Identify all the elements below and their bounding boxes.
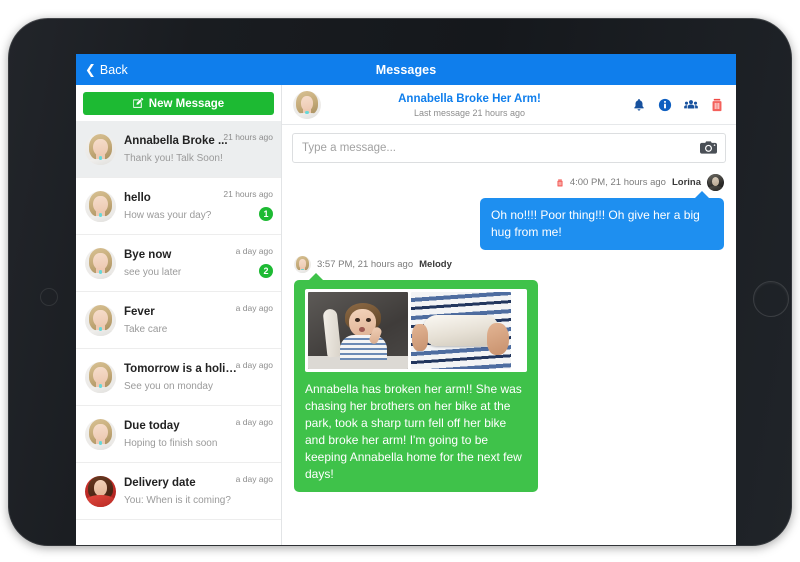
message-list[interactable]: 4:00 PM, 21 hours ago Lorina Oh no!!!! Poo… — [282, 170, 736, 545]
message-meta: 3:57 PM, 21 hours ago Melody — [294, 256, 724, 273]
conversation-subtitle: Last message 21 hours ago — [413, 107, 526, 118]
new-message-label: New Message — [148, 97, 225, 110]
conversation-meta: 21 hours ago 1 — [223, 189, 273, 222]
conversation-timestamp: 21 hours ago — [223, 132, 273, 142]
avatar — [85, 418, 116, 450]
conversation-list-item[interactable]: Annabella Broke ... Thank you! Talk Soon!… — [76, 121, 281, 178]
avatar — [85, 190, 116, 222]
avatar — [85, 304, 116, 336]
conversation-meta: a day ago — [236, 303, 273, 313]
conversation-item-title: Fever — [124, 305, 155, 318]
photo-girl-with-cast[interactable] — [308, 292, 408, 369]
compose-icon — [133, 98, 144, 108]
device-screen: ❮ Back Messages New Message Annabella Br… — [76, 54, 736, 545]
unread-badge: 2 — [259, 264, 273, 278]
top-navigation-bar: ❮ Back Messages — [76, 54, 736, 85]
message-bubble[interactable]: Annabella has broken her arm!! She was c… — [294, 273, 538, 492]
chat-header: Annabella Broke Her Arm! Last message 21… — [282, 85, 736, 125]
avatar — [85, 133, 116, 165]
chat-header-actions — [632, 98, 728, 112]
message-author: Lorina — [671, 177, 701, 188]
conversation-meta: a day ago — [236, 474, 273, 484]
conversation-panel: New Message Annabella Broke ... Thank you… — [76, 85, 282, 545]
message-timestamp: 3:57 PM, 21 hours ago — [317, 259, 414, 270]
photo-arm-cast-closeup[interactable] — [411, 292, 511, 369]
message-media — [305, 289, 527, 372]
conversation-timestamp: a day ago — [235, 360, 273, 370]
users-icon[interactable] — [684, 98, 698, 112]
conversation-meta: a day ago — [236, 417, 273, 427]
conversation-title: Annabella Broke Her Arm! — [398, 92, 541, 105]
chat-panel: Annabella Broke Her Arm! Last message 21… — [282, 85, 736, 545]
conversation-timestamp: 21 hours ago — [223, 189, 273, 199]
new-message-button[interactable]: New Message — [83, 92, 274, 115]
conversation-item-title: Tomorrow is a holiday — [124, 362, 242, 375]
message-input[interactable] — [293, 135, 725, 161]
side-button — [40, 288, 58, 306]
conversation-timestamp: a day ago — [235, 417, 273, 427]
conversation-item-preview: Thank you! Talk Soon! — [124, 152, 223, 164]
conversation-timestamp: a day ago — [235, 474, 273, 484]
composer-row — [282, 125, 736, 170]
conversation-meta: a day ago — [236, 360, 273, 370]
message-text: Annabella has broken her arm!! She was c… — [305, 382, 522, 481]
conversation-timestamp: a day ago — [235, 303, 273, 313]
unread-badge: 1 — [259, 207, 273, 221]
conversation-item-title: Delivery date — [124, 476, 196, 489]
conversation-item-title: Bye now — [124, 248, 172, 261]
avatar — [293, 90, 321, 119]
app-body: New Message Annabella Broke ... Thank you… — [76, 85, 736, 545]
message-bubble[interactable]: Oh no!!!! Poor thing!!! Oh give her a bi… — [480, 191, 724, 250]
avatar — [707, 174, 724, 191]
avatar — [85, 475, 116, 507]
message-text: Oh no!!!! Poor thing!!! Oh give her a bi… — [491, 208, 700, 239]
message-timestamp: 4:00 PM, 21 hours ago — [569, 177, 666, 188]
conversation-meta: 21 hours ago — [223, 132, 273, 142]
delete-message-icon[interactable] — [556, 178, 564, 188]
conversation-list-item[interactable]: Fever Take care a day ago — [76, 292, 281, 349]
info-circle-icon[interactable] — [658, 98, 672, 112]
composer[interactable] — [292, 133, 726, 163]
conversation-item-preview: See you on monday — [124, 380, 213, 392]
conversation-list[interactable]: Annabella Broke ... Thank you! Talk Soon!… — [76, 121, 281, 545]
avatar — [85, 361, 116, 393]
home-button[interactable] — [753, 281, 789, 317]
conversation-item-title: Due today — [124, 419, 180, 432]
conversation-item-preview: You: When is it coming? — [124, 494, 231, 506]
tablet-device-frame: ❮ Back Messages New Message Annabella Br… — [8, 18, 792, 546]
conversation-item-preview: Hoping to finish soon — [124, 437, 218, 449]
conversation-list-item[interactable]: Due today Hoping to finish soon a day ago — [76, 406, 281, 463]
conversation-item-preview: Take care — [124, 323, 168, 335]
conversation-timestamp: a day ago — [235, 246, 273, 256]
conversation-list-item[interactable]: Delivery date You: When is it coming? a da… — [76, 463, 281, 520]
conversation-list-item[interactable]: hello How was your day? 21 hours ago 1 — [76, 178, 281, 235]
chat-header-center: Annabella Broke Her Arm! Last message 21… — [307, 92, 632, 118]
camera-icon[interactable] — [700, 139, 717, 156]
conversation-list-item[interactable]: Bye now see you later a day ago 2 — [76, 235, 281, 292]
page-title: Messages — [375, 62, 437, 77]
avatar — [85, 247, 116, 279]
bell-icon[interactable] — [632, 98, 646, 112]
message-meta: 4:00 PM, 21 hours ago Lorina — [294, 174, 724, 191]
conversation-meta: a day ago 2 — [236, 246, 273, 279]
message-row: 4:00 PM, 21 hours ago Lorina Oh no!!!! Poo… — [294, 174, 724, 250]
new-message-wrap: New Message — [76, 85, 281, 121]
message-row: 3:57 PM, 21 hours ago Melody Annabella has… — [294, 256, 724, 492]
conversation-list-item[interactable]: Tomorrow is a holiday See you on monday a … — [76, 349, 281, 406]
trash-icon[interactable] — [710, 98, 724, 112]
avatar — [294, 256, 311, 273]
message-author: Melody — [419, 259, 452, 270]
